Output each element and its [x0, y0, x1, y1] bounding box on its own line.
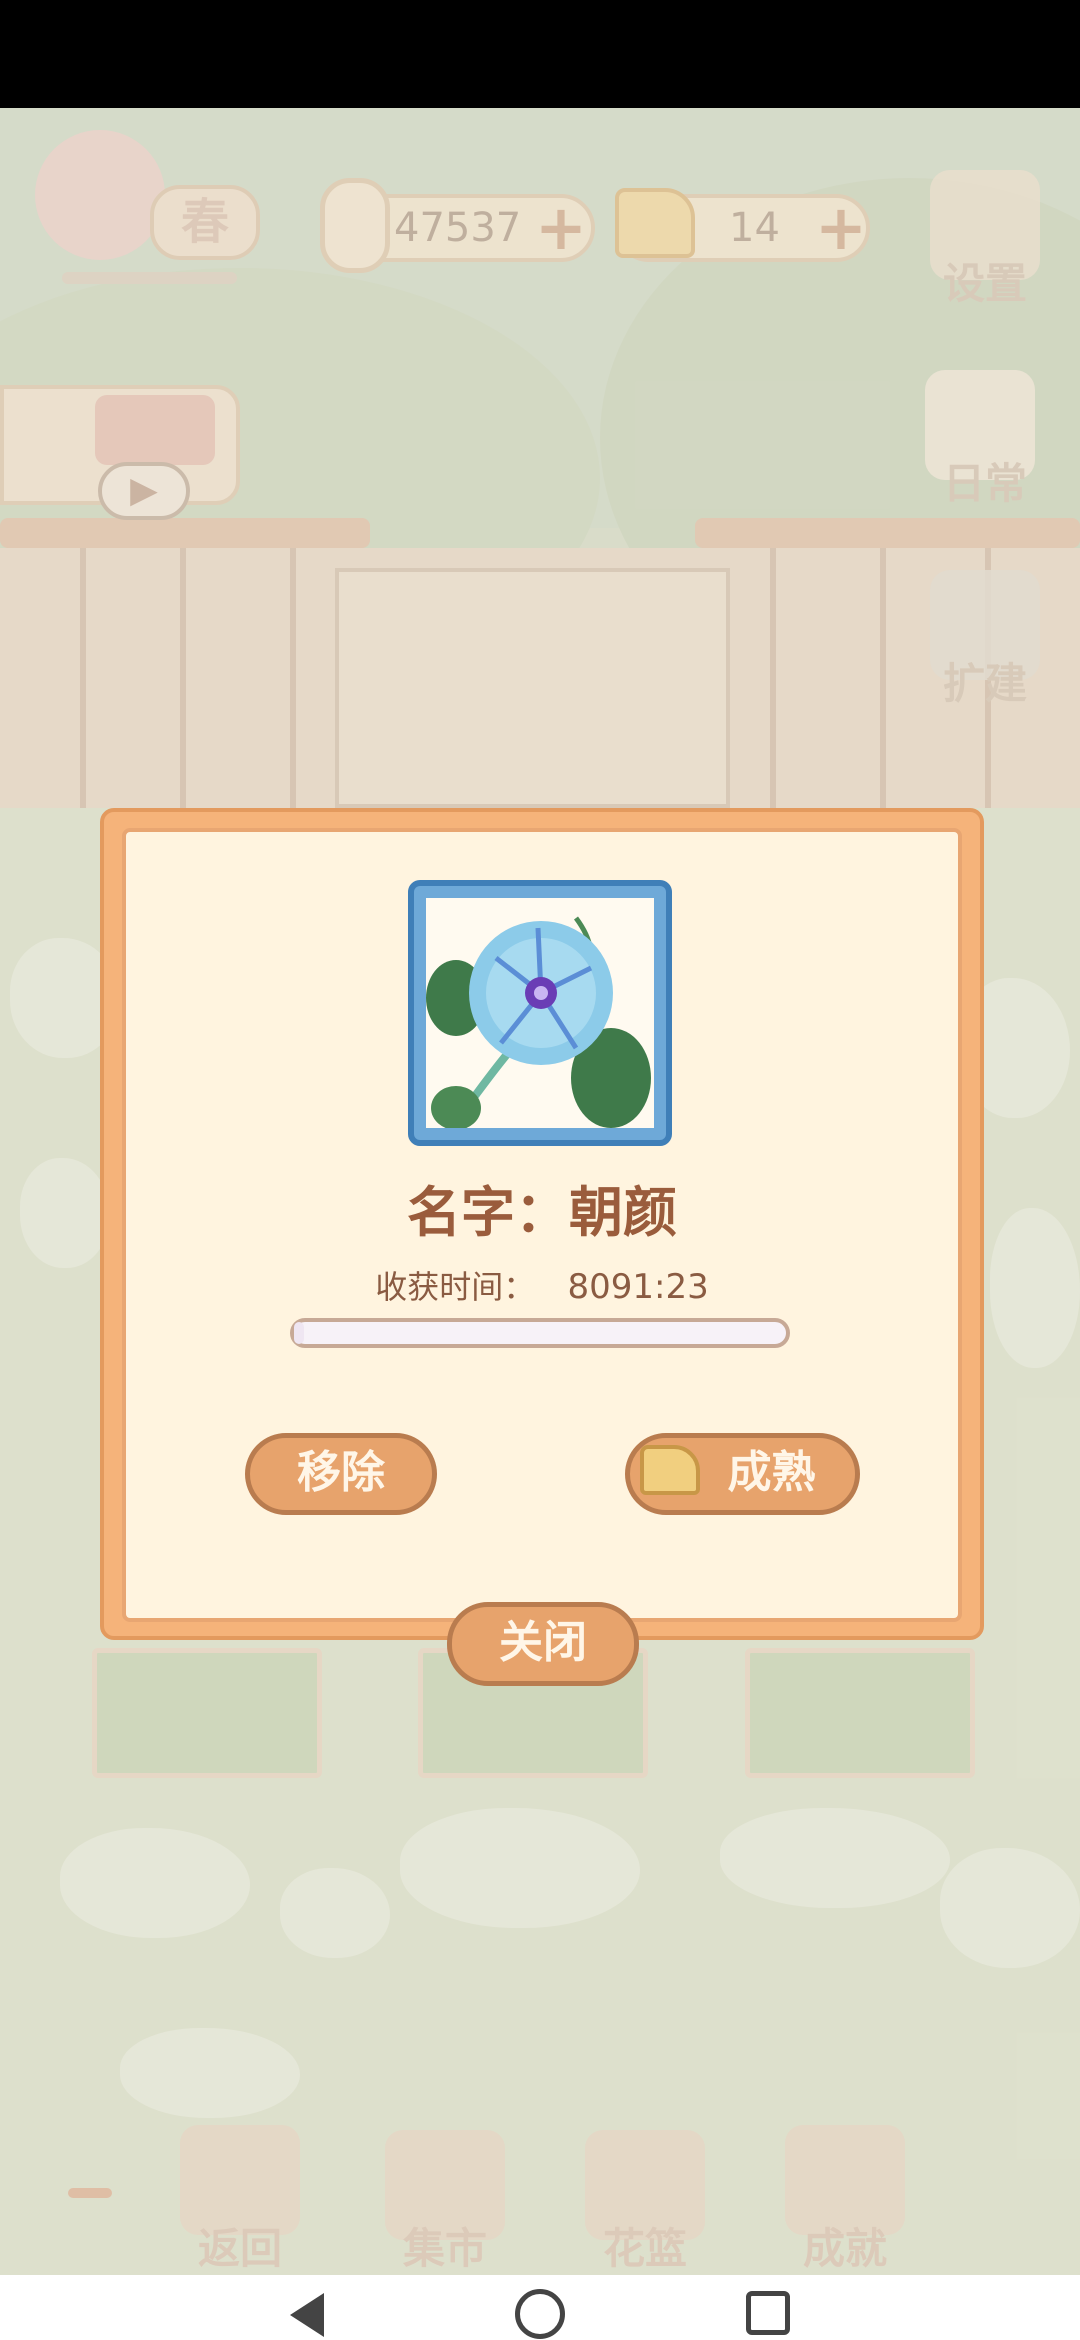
morning-glory-icon [426, 916, 651, 1128]
plant-name: 名字：朝颜 [407, 1181, 677, 1244]
growth-progress-fill [294, 1322, 304, 1344]
harvest-time-value: 8091:23 [567, 1267, 709, 1307]
remove-button[interactable]: 移除 [245, 1433, 437, 1515]
mature-label: 成熟 [727, 1447, 816, 1498]
growth-progress-bar [290, 1318, 790, 1348]
morning-glory-image [426, 898, 654, 1128]
nav-recents-icon[interactable] [746, 2291, 790, 2335]
nav-home-icon[interactable] [515, 2289, 565, 2339]
plant-image-frame [408, 880, 672, 1146]
status-bar [0, 0, 1080, 108]
harvest-time-row: 收获时间： 8091:23 [100, 1262, 984, 1308]
close-button[interactable]: 关闭 [447, 1602, 639, 1686]
nav-back-icon[interactable] [290, 2293, 324, 2337]
cheese-icon [640, 1445, 700, 1495]
system-nav-bar [0, 2275, 1080, 2340]
harvest-label: 收获时间： [375, 1268, 536, 1306]
